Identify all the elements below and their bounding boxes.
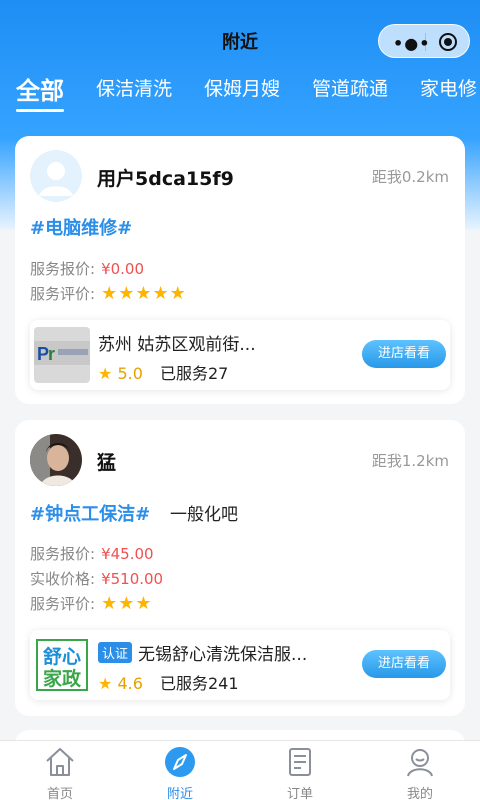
- price-row: 服务报价: ¥0.00: [30, 258, 144, 279]
- rating-label: 服务评价:: [30, 285, 96, 303]
- compass-icon: [163, 745, 197, 779]
- shop-logo: 舒心 家政: [34, 637, 90, 693]
- home-icon: [43, 745, 77, 779]
- shop-score: 5.0: [117, 364, 143, 383]
- actual-price-value: ¥510.00: [101, 570, 164, 588]
- tabbar-item-profile[interactable]: 我的: [380, 745, 460, 800]
- shop-info[interactable]: P r 苏州 姑苏区观前街... ★ 5.0 已服务27 进店看看: [30, 320, 450, 390]
- username: 猛: [97, 452, 117, 474]
- shop-score: 4.6: [117, 674, 143, 693]
- tab-plumbing[interactable]: 管道疏通: [312, 74, 388, 101]
- close-target-icon[interactable]: [439, 33, 457, 51]
- tab-appliance-repair[interactable]: 家电修: [420, 74, 477, 101]
- svg-text:r: r: [48, 344, 55, 364]
- miniprogram-capsule[interactable]: •●•: [378, 24, 470, 58]
- price-row: 服务报价: ¥45.00: [30, 543, 154, 564]
- price-value: ¥0.00: [101, 260, 145, 278]
- service-tag[interactable]: #钟点工保洁#: [30, 500, 150, 526]
- shop-rating: ★ 4.6 已服务241: [98, 670, 239, 694]
- tab-cleaning[interactable]: 保洁清洗: [96, 74, 172, 101]
- star-icon: ★: [98, 674, 113, 693]
- capsule-divider: [425, 33, 426, 51]
- tabbar-label: 首页: [46, 787, 73, 800]
- star-icon: ★: [98, 364, 113, 383]
- price-label: 服务报价:: [30, 545, 96, 563]
- rating-row: 服务评价: ★★★: [30, 593, 152, 614]
- shop-rating: ★ 5.0 已服务27: [98, 360, 228, 384]
- bottom-tab-bar: 首页 附近 订单 我的: [0, 740, 480, 800]
- service-card[interactable]: 用户5dca15f9 距我0.2km #电脑维修# 服务报价: ¥0.00 服务评…: [15, 136, 465, 404]
- distance: 距我1.2km: [371, 452, 449, 470]
- tabbar-item-nearby[interactable]: 附近: [140, 745, 220, 800]
- shop-name: 无锡舒心清洗保洁服...: [138, 645, 308, 665]
- price-label: 服务报价:: [30, 260, 96, 278]
- actual-price-label: 实收价格:: [30, 570, 96, 588]
- tab-all[interactable]: 全部: [16, 74, 64, 112]
- avatar[interactable]: [30, 434, 82, 486]
- tabbar-item-orders[interactable]: 订单: [260, 745, 340, 800]
- star-rating: ★★★: [101, 593, 153, 614]
- shop-logo-text-2: 家政: [43, 667, 82, 690]
- order-icon: [283, 745, 317, 779]
- served-count: 已服务27: [159, 364, 229, 383]
- avatar[interactable]: [30, 150, 82, 202]
- service-description: 一般化吧: [170, 505, 238, 525]
- shop-logo: P r: [34, 327, 90, 383]
- verified-badge: 认证: [98, 642, 133, 663]
- rating-label: 服务评价:: [30, 595, 96, 613]
- visit-shop-button[interactable]: 进店看看: [362, 650, 446, 678]
- tabbar-item-home[interactable]: 首页: [20, 745, 100, 800]
- visit-shop-button[interactable]: 进店看看: [362, 340, 446, 368]
- shop-name-line: 认证 无锡舒心清洗保洁服...: [98, 640, 307, 665]
- shop-name: 苏州 姑苏区观前街...: [98, 335, 256, 355]
- price-value: ¥45.00: [101, 545, 154, 563]
- username: 用户5dca15f9: [97, 168, 234, 190]
- tab-nanny[interactable]: 保姆月嫂: [204, 74, 280, 101]
- navbar: 附近 •●•: [0, 0, 480, 80]
- distance: 距我0.2km: [371, 168, 449, 186]
- tabbar-label: 订单: [286, 787, 313, 800]
- tabbar-label: 附近: [166, 787, 193, 800]
- star-rating: ★★★★★: [101, 283, 187, 304]
- shop-info[interactable]: 舒心 家政 认证 无锡舒心清洗保洁服... ★ 4.6 已服务241 进店看看: [30, 630, 450, 700]
- service-tag[interactable]: #电脑维修#: [30, 214, 132, 240]
- rating-row: 服务评价: ★★★★★: [30, 283, 187, 304]
- category-tabs: 全部 保洁清洗 保姆月嫂 管道疏通 家电修: [0, 74, 480, 118]
- user-icon: [403, 745, 437, 779]
- actual-price-row: 实收价格: ¥510.00: [30, 568, 163, 589]
- shop-logo-text-1: 舒心: [43, 645, 81, 668]
- tabbar-label: 我的: [406, 787, 433, 800]
- service-card[interactable]: 猛 距我1.2km #钟点工保洁# 一般化吧 服务报价: ¥45.00 实收价格:…: [15, 420, 465, 716]
- served-count: 已服务241: [159, 674, 239, 693]
